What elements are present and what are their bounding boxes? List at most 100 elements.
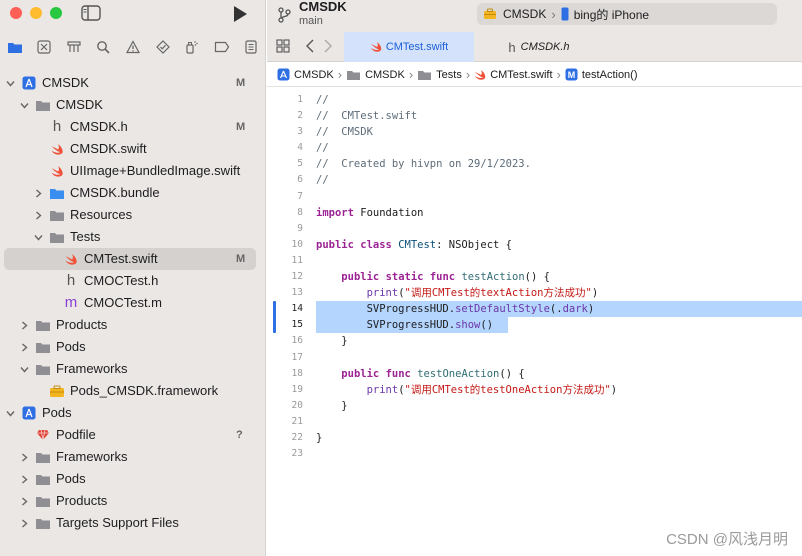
navigator-item-label: Resources: [70, 207, 133, 222]
debug-spray-icon[interactable]: [177, 33, 207, 61]
code-line[interactable]: 9: [267, 221, 802, 237]
navigator-item[interactable]: Products: [0, 314, 266, 336]
navigator-item[interactable]: Pods: [0, 336, 266, 358]
navigator-item-label: Frameworks: [56, 449, 128, 464]
navigator-item[interactable]: Pods_CMSDK.framework: [0, 380, 266, 402]
code-line[interactable]: 6 //: [267, 172, 802, 188]
navigator-item[interactable]: Frameworks: [0, 446, 266, 468]
navigator-item[interactable]: CMTest.swift M: [0, 248, 266, 270]
navigator-item[interactable]: Podfile?: [0, 424, 266, 446]
breadcrumb-method[interactable]: M testAction(): [565, 68, 638, 81]
code-line[interactable]: 23: [267, 446, 802, 462]
close-window-button[interactable]: [10, 7, 22, 19]
source-control-badge: M: [236, 77, 246, 89]
navigator-item[interactable]: Targets Support Files: [0, 512, 266, 534]
navigator-item[interactable]: CMSDK.swift: [0, 138, 266, 160]
navigator-item[interactable]: m CMOCTest.m: [0, 292, 266, 314]
breadcrumb-project[interactable]: CMSDK: [277, 68, 334, 81]
breadcrumb-tests[interactable]: Tests: [417, 69, 462, 81]
breakpoint-icon[interactable]: [207, 33, 237, 61]
navigator-item[interactable]: Products: [0, 490, 266, 512]
minimize-window-button[interactable]: [30, 7, 42, 19]
report-navigator-icon[interactable]: [237, 33, 267, 61]
chevron-right-icon[interactable]: [33, 204, 43, 226]
breadcrumb-file[interactable]: CMTest.swift: [474, 69, 553, 81]
line-number: 6: [297, 174, 303, 186]
tab-cmsdk-h[interactable]: h CMSDK.h: [474, 32, 604, 62]
code-line[interactable]: 1 //: [267, 92, 802, 108]
tab-cmtest-swift[interactable]: CMTest.swift: [344, 32, 474, 62]
chevron-right-icon[interactable]: [19, 336, 29, 358]
chevron-right-icon[interactable]: [33, 182, 43, 204]
breadcrumb-group[interactable]: CMSDK: [346, 69, 405, 81]
code-line[interactable]: 10 public class CMTest: NSObject {: [267, 237, 802, 253]
navigator-item[interactable]: Pods: [0, 402, 266, 424]
test-diamond-icon[interactable]: [148, 33, 178, 61]
code-line[interactable]: 14 SVProgressHUD.setDefaultStyle(.dark): [267, 301, 802, 318]
search-icon[interactable]: [89, 33, 119, 61]
chevron-down-icon[interactable]: [33, 226, 43, 248]
code-line[interactable]: 21: [267, 414, 802, 430]
code-line[interactable]: 11: [267, 253, 802, 269]
navigator-sidebar: CMSDK M CMSDK h CMSDK.h M CMSDK.swift UIImage+B…: [0, 0, 266, 556]
code-line[interactable]: 3 // CMSDK: [267, 124, 802, 140]
code-token: Foundation: [353, 206, 424, 219]
code-line[interactable]: 8 import Foundation: [267, 205, 802, 221]
chevron-right-icon[interactable]: [19, 314, 29, 336]
code-line[interactable]: 7: [267, 189, 802, 205]
code-line[interactable]: 22}: [267, 430, 802, 446]
navigator-item[interactable]: Resources: [0, 204, 266, 226]
navigator-item[interactable]: h CMSDK.h M: [0, 116, 266, 138]
navigator-item[interactable]: CMSDK.bundle: [0, 182, 266, 204]
line-number: 17: [291, 351, 303, 363]
code-line[interactable]: 20 }: [267, 398, 802, 414]
navigator-item[interactable]: Frameworks: [0, 358, 266, 380]
code-line[interactable]: 15 SVProgressHUD.show(): [267, 317, 802, 334]
navigator-item[interactable]: Pods: [0, 468, 266, 490]
chevron-right-icon[interactable]: [19, 512, 29, 534]
chevron-right-icon[interactable]: [19, 490, 29, 512]
code-line[interactable]: 19 print("调用CMTest的testOneAction方法成功"): [267, 382, 802, 398]
zoom-window-button[interactable]: [50, 7, 62, 19]
code-line[interactable]: 12 public static func testAction() {: [267, 269, 802, 285]
navigator-item[interactable]: CMSDK M: [0, 72, 266, 94]
code-line[interactable]: 18 public func testOneAction() {: [267, 366, 802, 382]
chevron-down-icon[interactable]: [5, 72, 15, 94]
code-line[interactable]: 17: [267, 350, 802, 366]
chevron-down-icon[interactable]: [19, 358, 29, 380]
navigator-item-label: Pods_CMSDK.framework: [70, 383, 219, 398]
sidebar-toggle-icon[interactable]: [81, 5, 101, 26]
chevron-down-icon[interactable]: [5, 402, 15, 424]
code-line[interactable]: 4 //: [267, 140, 802, 156]
project-navigator-folder-icon[interactable]: [0, 33, 30, 61]
chevron-right-icon[interactable]: [19, 468, 29, 490]
code-text: SVProgressHUD.setDefaultStyle(.dark): [316, 301, 595, 317]
code-token: // Created by hivpn on 29/1/2023.: [316, 158, 531, 171]
navigator-item[interactable]: CMSDK: [0, 94, 266, 116]
chevron-down-icon[interactable]: [19, 94, 29, 116]
navigator-item-label: CMOCTest.m: [84, 295, 162, 310]
line-number: 18: [291, 367, 303, 379]
code-line[interactable]: 5 // Created by hivpn on 29/1/2023.: [267, 156, 802, 172]
forward-chevron-icon[interactable]: [323, 39, 333, 58]
scheme-device[interactable]: bing的 iPhone: [574, 6, 649, 23]
code-line[interactable]: 13 print("调用CMTest的textAction方法成功"): [267, 285, 802, 301]
chevron-right-icon[interactable]: [19, 446, 29, 468]
symbol-navigator-icon[interactable]: [59, 33, 89, 61]
navigator-item-label: CMSDK.bundle: [70, 185, 160, 200]
navigator-item[interactable]: h CMOCTest.h: [0, 270, 266, 292]
scheme-target[interactable]: CMSDK: [503, 7, 546, 21]
code-line[interactable]: 2 // CMTest.swift: [267, 108, 802, 124]
run-button[interactable]: [232, 5, 248, 28]
issue-warning-icon[interactable]: [118, 33, 148, 61]
code-line[interactable]: 16 }: [267, 333, 802, 349]
back-chevron-icon[interactable]: [305, 39, 315, 58]
grid-icon[interactable]: [276, 39, 290, 58]
navigator-item[interactable]: UIImage+BundledImage.swift: [0, 160, 266, 182]
navigator-item-label: CMSDK: [42, 75, 89, 90]
source-control-icon[interactable]: [30, 33, 60, 61]
code-editor[interactable]: 1 // 2 // CMTest.swift 3 // CMSDK 4 // 5 // Creat…: [267, 92, 802, 462]
scheme-selector[interactable]: CMSDK › bing的 iPhone: [477, 3, 777, 25]
code-token: }: [316, 335, 348, 348]
navigator-item[interactable]: Tests: [0, 226, 266, 248]
